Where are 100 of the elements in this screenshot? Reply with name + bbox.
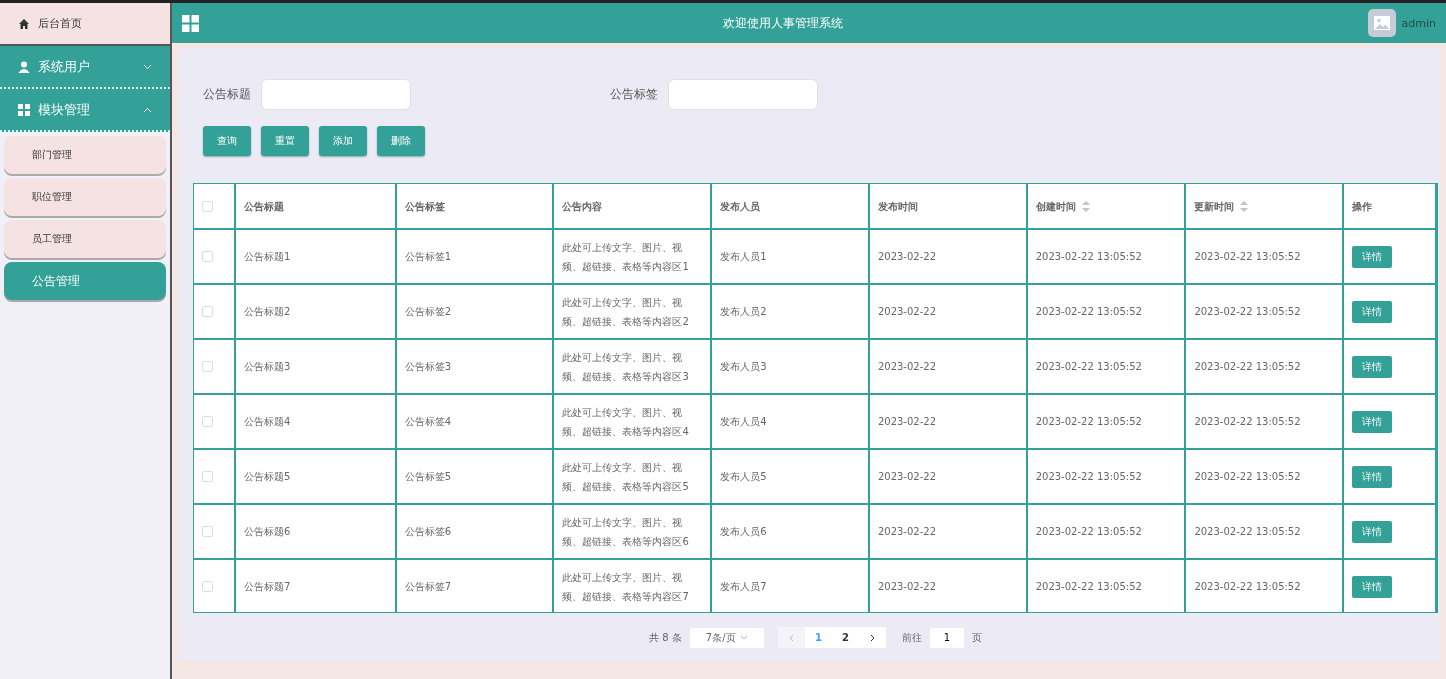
search-field[interactable] — [668, 79, 818, 110]
table-cell-text: 发布人员7 — [720, 580, 767, 594]
column-header: 更新时间 — [1194, 199, 1235, 214]
grid-icon — [18, 103, 30, 116]
sort-icon[interactable] — [1240, 200, 1249, 212]
sidebar-item[interactable]: 员工管理 — [4, 220, 166, 258]
app-title: 欢迎使用人事管理系统 — [722, 14, 845, 32]
table-cell-text: 此处可上传文字、图片、视频、超链接、表格等内容区4 — [562, 405, 690, 439]
sidebar-item[interactable]: 后台首页 — [0, 3, 170, 46]
table-cell-text: 2023-02-22 13:05:52 — [1035, 525, 1142, 539]
table-cell-text: 2023-02-22 — [877, 580, 937, 594]
sidebar-item[interactable]: 公告管理 — [4, 262, 166, 300]
username[interactable]: admin — [1401, 16, 1436, 30]
chevron-down-icon — [739, 635, 748, 640]
chevron-left-icon — [788, 633, 794, 642]
action-button[interactable]: 删除 — [377, 126, 425, 156]
table-cell-text: 2023-02-22 — [877, 415, 937, 429]
chevron-down-icon — [143, 63, 152, 70]
table-cell-text: 发布人员6 — [720, 525, 767, 539]
details-button[interactable]: 详情 — [1352, 520, 1393, 543]
action-button[interactable]: 重置 — [261, 126, 309, 156]
table-cell-text: 发布人员2 — [720, 305, 767, 319]
details-button[interactable]: 详情 — [1352, 410, 1393, 433]
sidebar-group[interactable]: 模块管理 — [0, 89, 170, 132]
table-cell-text: 2023-02-22 13:05:52 — [1194, 470, 1301, 484]
chevron-right-icon — [869, 633, 875, 642]
table-cell-text: 发布人员5 — [720, 470, 767, 484]
sidebar-group[interactable]: 系统用户 — [0, 46, 170, 89]
table-cell-text: 公告标题7 — [243, 580, 291, 594]
column-header: 创建时间 — [1035, 199, 1076, 214]
details-button[interactable]: 详情 — [1352, 355, 1393, 378]
sidebar-item[interactable]: 部门管理 — [4, 136, 166, 174]
table-cell-text: 2023-02-22 13:05:52 — [1194, 305, 1301, 319]
table-cell-text: 2023-02-22 13:05:52 — [1035, 305, 1142, 319]
checkbox[interactable] — [202, 361, 213, 372]
table-cell-text: 公告标题1 — [243, 250, 291, 264]
chevron-up-icon — [143, 106, 152, 113]
details-button[interactable]: 详情 — [1352, 575, 1393, 598]
column-header: 公告内容 — [562, 199, 603, 214]
table-cell-text: 公告标签2 — [404, 305, 452, 319]
checkbox[interactable] — [202, 471, 213, 482]
search-field[interactable] — [261, 79, 411, 110]
table-cell-text: 2023-02-22 — [877, 250, 937, 264]
checkbox[interactable] — [202, 581, 213, 592]
table-cell-text: 发布人员4 — [720, 415, 767, 429]
table-cell-text: 此处可上传文字、图片、视频、超链接、表格等内容区6 — [562, 515, 690, 549]
checkbox[interactable] — [202, 526, 213, 537]
table-cell-text: 公告标题4 — [243, 415, 291, 429]
table-cell-text: 2023-02-22 — [877, 305, 937, 319]
column-header: 发布人员 — [720, 199, 761, 214]
table-cell-text: 发布人员3 — [720, 360, 767, 374]
table-cell-text: 2023-02-22 13:05:52 — [1035, 580, 1142, 594]
avatar-icon[interactable] — [1367, 9, 1396, 37]
table-cell-text: 2023-02-22 13:05:52 — [1035, 415, 1142, 429]
table-cell-text: 公告标签1 — [404, 250, 452, 264]
table-cell-text: 2023-02-22 — [877, 470, 937, 484]
total-count: 共 8 条 — [649, 630, 682, 645]
details-button[interactable]: 详情 — [1352, 300, 1393, 323]
table-cell-text: 2023-02-22 13:05:52 — [1194, 580, 1301, 594]
checkbox[interactable] — [202, 200, 213, 212]
details-button[interactable]: 详情 — [1352, 465, 1393, 488]
table-cell-text: 2023-02-22 13:05:52 — [1035, 470, 1142, 484]
checkbox[interactable] — [202, 416, 213, 427]
table-cell-text: 公告标签5 — [404, 470, 452, 484]
action-button[interactable]: 查询 — [203, 126, 251, 156]
checkbox[interactable] — [202, 306, 213, 317]
checkbox[interactable] — [202, 251, 213, 262]
table-cell-text: 2023-02-22 — [877, 525, 937, 539]
table-cell-text: 2023-02-22 13:05:52 — [1194, 250, 1301, 264]
table-cell-text: 公告标签4 — [404, 415, 452, 429]
table-cell-text: 2023-02-22 13:05:52 — [1194, 360, 1301, 374]
details-button[interactable]: 详情 — [1352, 245, 1393, 268]
sidebar-item[interactable]: 职位管理 — [4, 178, 166, 216]
field-label: 公告标签 — [610, 86, 658, 103]
page-size-select[interactable]: 7条/页 — [689, 627, 764, 648]
home-icon — [18, 17, 30, 30]
table-cell-text: 公告标题6 — [243, 525, 291, 539]
action-button[interactable]: 添加 — [319, 126, 367, 156]
column-header: 公告标签 — [404, 199, 445, 214]
table-cell-text: 发布人员1 — [720, 250, 767, 264]
grid-icon[interactable] — [182, 14, 199, 32]
table-cell-text: 公告标题3 — [243, 360, 291, 374]
table-cell-text: 2023-02-22 — [877, 360, 937, 374]
prev-page-button[interactable] — [777, 627, 805, 648]
column-header: 发布时间 — [877, 199, 918, 214]
table-cell-text: 公告标签6 — [404, 525, 452, 539]
table-cell-text: 此处可上传文字、图片、视频、超链接、表格等内容区2 — [562, 295, 690, 329]
table-cell-text: 公告标题2 — [243, 305, 291, 319]
goto-label: 前往 — [901, 630, 922, 645]
table-cell-text: 此处可上传文字、图片、视频、超链接、表格等内容区5 — [562, 460, 690, 494]
page-input[interactable]: 1 — [929, 627, 964, 648]
table-cell-text: 此处可上传文字、图片、视频、超链接、表格等内容区7 — [562, 570, 690, 604]
field-label: 公告标题 — [203, 86, 251, 103]
table-cell-text: 2023-02-22 13:05:52 — [1194, 415, 1301, 429]
sort-icon[interactable] — [1081, 200, 1090, 212]
page-suffix: 页 — [971, 630, 982, 645]
user-icon — [18, 60, 30, 73]
column-header: 公告标题 — [243, 199, 284, 214]
table-cell-text: 2023-02-22 13:05:52 — [1035, 360, 1142, 374]
column-header: 操作 — [1352, 199, 1373, 214]
